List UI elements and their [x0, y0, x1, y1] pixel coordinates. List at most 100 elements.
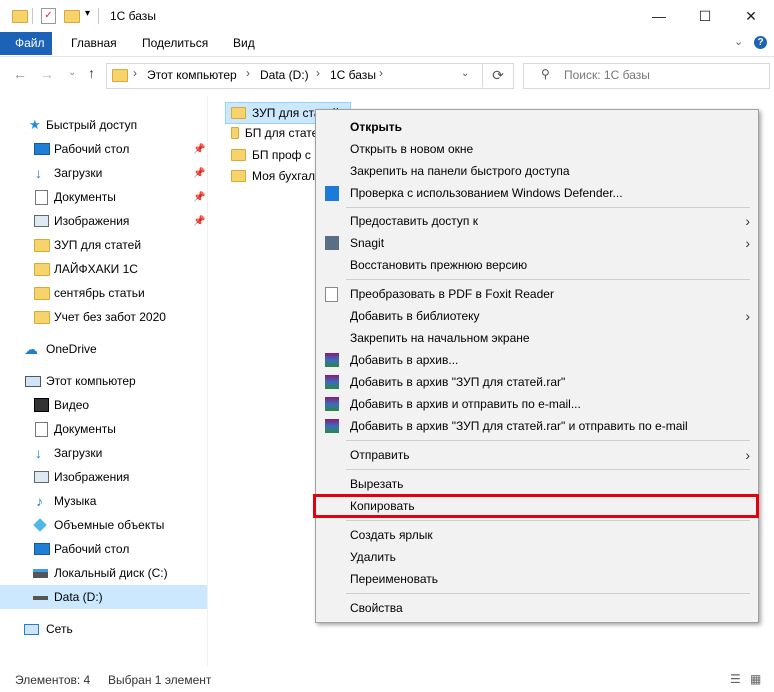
nav-data-d[interactable]: Data (D:) — [0, 585, 207, 609]
close-button[interactable]: ✕ — [728, 0, 774, 32]
file-item[interactable]: Моя бухгалт — [225, 166, 325, 186]
menu-item-open-new-window[interactable]: Открыть в новом окне — [316, 138, 758, 160]
separator — [98, 8, 99, 24]
nav-this-pc[interactable]: Этот компьютер — [0, 369, 207, 393]
nav-pictures[interactable]: Изображения 📌 — [0, 209, 207, 233]
nav-pc-downloads[interactable]: ↓ Загрузки — [0, 441, 207, 465]
nav-3d-objects[interactable]: Объемные объекты — [0, 513, 207, 537]
recent-chevron-icon[interactable]: ⌄ — [68, 67, 76, 78]
breadcrumb-this-pc[interactable]: Этот компьютер — [147, 68, 237, 82]
nav-network[interactable]: Сеть — [0, 617, 207, 641]
menu-item-pin-quick-access[interactable]: Закрепить на панели быстрого доступа — [316, 160, 758, 182]
menu-item-pin-start[interactable]: Закрепить на начальном экране — [316, 327, 758, 349]
nav-recent-folder[interactable]: ЗУП для статей — [0, 233, 207, 257]
nav-label: Этот компьютер — [46, 374, 136, 388]
address-dropdown-icon[interactable]: ⌄ — [461, 68, 469, 79]
chevron-down-icon[interactable]: ⌄ — [734, 35, 743, 48]
menu-separator — [346, 593, 750, 594]
menu-item-add-library[interactable]: Добавить в библиотеку › — [316, 305, 758, 327]
nav-label: ЗУП для статей — [54, 238, 142, 252]
menu-item-give-access[interactable]: Предоставить доступ к › — [316, 210, 758, 232]
customize-toolbar-icon[interactable]: ▾ — [85, 8, 90, 19]
tab-share[interactable]: Поделиться — [132, 32, 218, 55]
properties-icon[interactable]: ✓ — [41, 8, 56, 24]
menu-item-defender[interactable]: Проверка с использованием Windows Defend… — [316, 182, 758, 204]
breadcrumb-data-d[interactable]: Data (D:) — [260, 68, 309, 82]
menu-item-rar-add-named-email[interactable]: Добавить в архив "ЗУП для статей.rar" и … — [316, 415, 758, 437]
chevron-right-icon: › — [745, 235, 750, 251]
back-arrow-icon[interactable]: ← — [13, 66, 27, 82]
pictures-icon — [34, 215, 49, 227]
nav-label: Документы — [54, 422, 116, 436]
snagit-icon — [325, 236, 339, 250]
menu-item-create-shortcut[interactable]: Создать ярлык — [316, 524, 758, 546]
nav-label: Видео — [54, 398, 90, 412]
file-item[interactable]: БП для статей — [225, 123, 325, 143]
breadcrumb-1c-bases[interactable]: 1С базы — [330, 68, 376, 82]
menu-item-rar-add-email[interactable]: Добавить в архив и отправить по e-mail..… — [316, 393, 758, 415]
nav-documents[interactable]: Документы 📌 — [0, 185, 207, 209]
nav-downloads[interactable]: ↓ Загрузки 📌 — [0, 161, 207, 185]
menu-item-delete[interactable]: Удалить — [316, 546, 758, 568]
menu-separator — [346, 207, 750, 208]
menu-item-rar-add-named[interactable]: Добавить в архив "ЗУП для статей.rar" — [316, 371, 758, 393]
chevron-right-icon[interactable]: › — [379, 66, 383, 80]
menu-item-cut[interactable]: Вырезать — [316, 473, 758, 495]
menu-item-open[interactable]: Открыть — [316, 116, 758, 138]
nav-pc-pictures[interactable]: Изображения — [0, 465, 207, 489]
nav-label: Объемные объекты — [54, 518, 165, 532]
document-icon — [35, 189, 48, 205]
folder-icon — [231, 127, 239, 139]
up-arrow-icon[interactable]: ↑ — [88, 65, 95, 81]
help-icon[interactable]: ? — [754, 36, 767, 49]
chevron-right-icon[interactable]: › — [246, 66, 250, 80]
file-item[interactable]: БП проф с И — [225, 145, 325, 165]
nav-label: Учет без забот 2020 — [54, 310, 166, 324]
nav-pc-desktop[interactable]: Рабочий стол — [0, 537, 207, 561]
menu-item-foxit-pdf[interactable]: Преобразовать в PDF в Foxit Reader — [316, 283, 758, 305]
pin-icon: 📌 — [193, 143, 206, 155]
nav-label: Музыка — [54, 494, 97, 508]
folder-icon — [231, 170, 246, 182]
nav-videos[interactable]: Видео — [0, 393, 207, 417]
nav-recent-folder[interactable]: ЛАЙФХАКИ 1С — [0, 257, 207, 281]
refresh-button[interactable]: ⟳ — [482, 63, 513, 87]
computer-icon — [25, 375, 41, 387]
minimize-button[interactable]: — — [636, 0, 682, 32]
menu-item-restore-version[interactable]: Восстановить прежнюю версию — [316, 254, 758, 276]
star-icon: ★ — [29, 117, 41, 132]
nav-recent-folder[interactable]: сентябрь статьи — [0, 281, 207, 305]
drive-icon — [33, 568, 48, 578]
tiles-view-icon[interactable]: ▦ — [750, 672, 761, 686]
nav-onedrive[interactable]: ☁ OneDrive — [0, 337, 207, 361]
menu-item-snagit[interactable]: Snagit › — [316, 232, 758, 254]
menu-separator — [346, 440, 750, 441]
menu-item-rename[interactable]: Переименовать — [316, 568, 758, 590]
desktop-icon — [34, 143, 50, 155]
nav-pc-documents[interactable]: Документы — [0, 417, 207, 441]
new-folder-icon[interactable] — [64, 10, 80, 23]
nav-quick-access[interactable]: ★ Быстрый доступ — [0, 113, 207, 137]
nav-label: Изображения — [54, 470, 130, 484]
nav-label: Документы — [54, 190, 116, 204]
details-view-icon[interactable]: ☰ — [730, 672, 741, 686]
separator — [32, 8, 33, 24]
tab-home[interactable]: Главная — [61, 32, 127, 55]
search-placeholder[interactable]: Поиск: 1С базы — [564, 68, 650, 82]
menu-item-rar-add[interactable]: Добавить в архив... — [316, 349, 758, 371]
maximize-button[interactable]: ☐ — [682, 0, 728, 32]
menu-separator — [346, 520, 750, 521]
nav-local-disk-c[interactable]: Локальный диск (C:) — [0, 561, 207, 585]
nav-music[interactable]: ♪ Музыка — [0, 489, 207, 513]
chevron-right-icon[interactable]: › — [133, 66, 137, 80]
nav-desktop[interactable]: Рабочий стол 📌 — [0, 137, 207, 161]
menu-item-properties[interactable]: Свойства — [316, 597, 758, 619]
forward-arrow-icon[interactable]: → — [40, 66, 54, 82]
tab-view[interactable]: Вид — [223, 32, 265, 55]
nav-recent-folder[interactable]: Учет без забот 2020 — [0, 305, 207, 329]
pictures-icon — [34, 471, 49, 483]
menu-item-send-to[interactable]: Отправить › — [316, 444, 758, 466]
chevron-right-icon: › — [745, 308, 750, 324]
chevron-right-icon[interactable]: › — [316, 66, 320, 80]
tab-file[interactable]: Файл — [0, 32, 52, 55]
